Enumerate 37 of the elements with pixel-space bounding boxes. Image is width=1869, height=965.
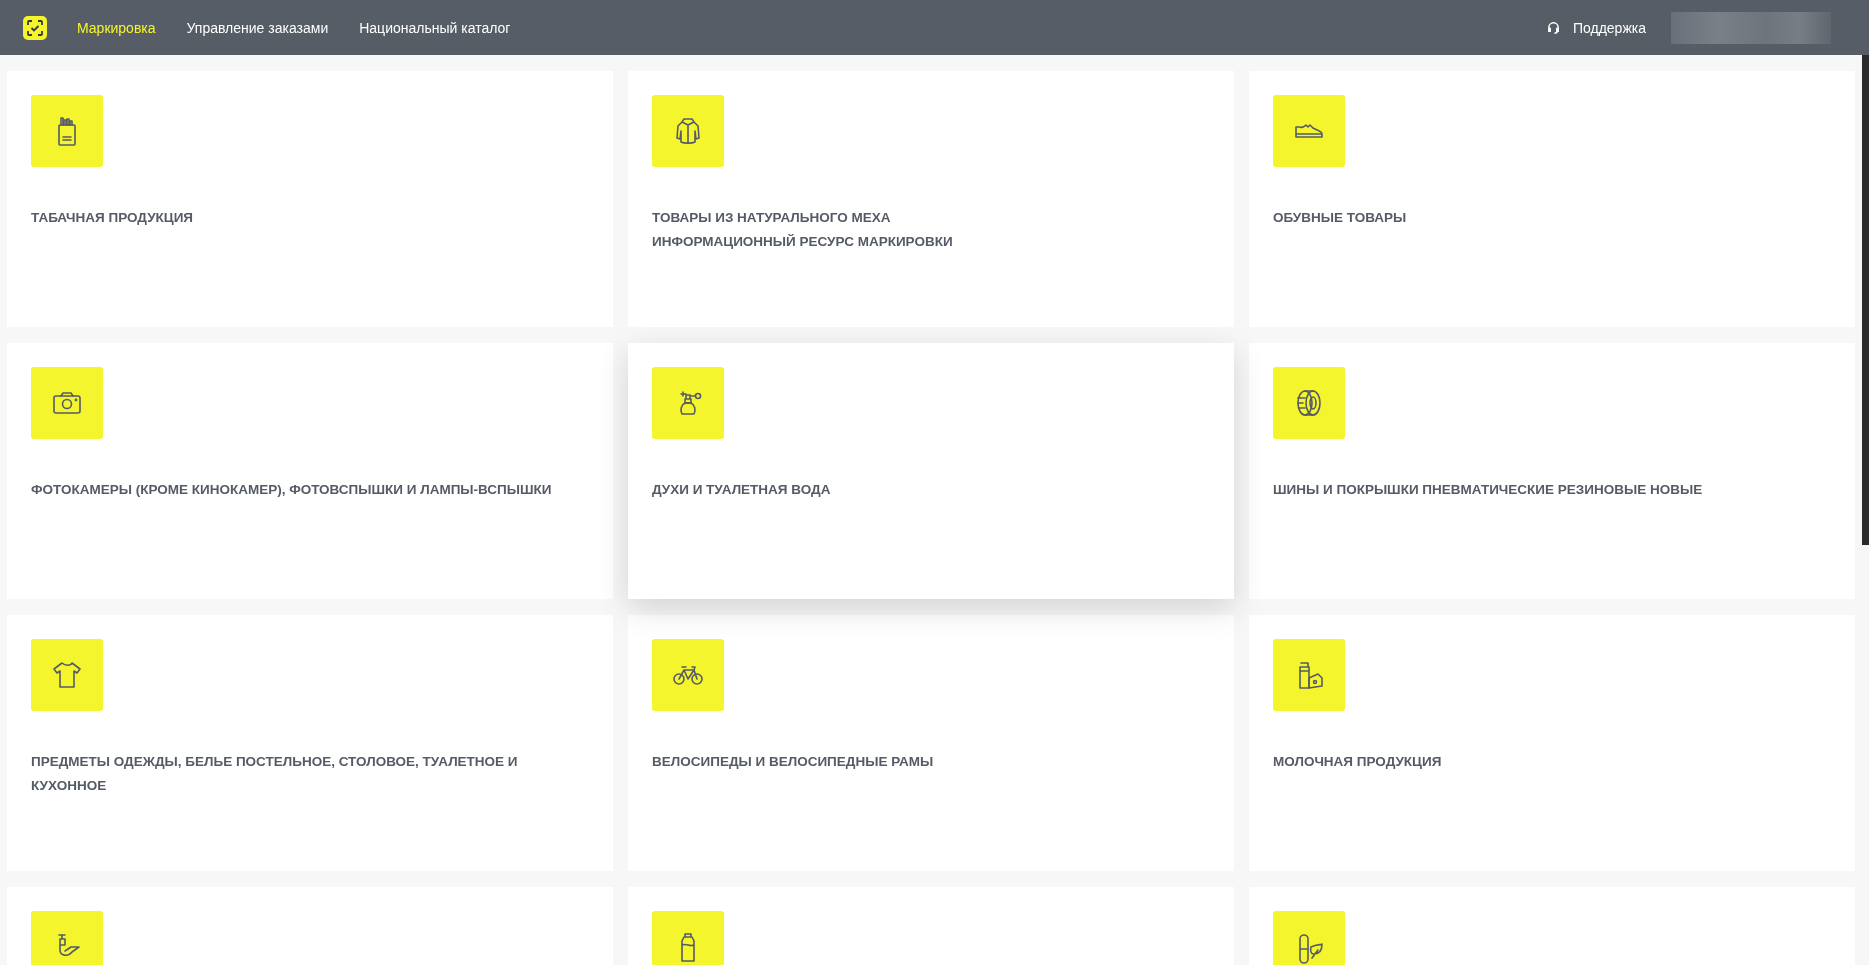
category-title: ТОВАРЫ ИЗ НАТУРАЛЬНОГО МЕХА ИНФОРМАЦИОННЫЙ РЕСУРС МАРКИРОВКИ (652, 209, 954, 251)
fur-coat-icon (652, 95, 724, 167)
support-link[interactable]: Поддержка (1572, 19, 1646, 36)
capsule-and-leaf-icon (1273, 911, 1345, 965)
category-card[interactable]: ТАБАЧНАЯ ПРОДУКЦИЯ (7, 71, 613, 327)
nav-link[interactable]: Управление заказами (186, 19, 329, 36)
cigarette-pack-icon (31, 95, 103, 167)
category-card[interactable]: ТОВАРЫ ИЗ НАТУРАЛЬНОГО МЕХА ИНФОРМАЦИОННЫЙ РЕСУРС МАРКИРОВКИ (628, 71, 1234, 327)
headset-icon[interactable] (1545, 20, 1561, 35)
category-card[interactable]: ШИНЫ И ПОКРЫШКИ ПНЕВМАТИЧЕСКИЕ РЕЗИНОВЫЕ НОВЫЕ (1249, 343, 1855, 599)
tire-icon (1273, 367, 1345, 439)
category-title: ШИНЫ И ПОКРЫШКИ ПНЕВМАТИЧЕСКИЕ РЕЗИНОВЫЕ НОВЫЕ (1273, 481, 1704, 499)
category-title: ОБУВНЫЕ ТОВАРЫ (1273, 209, 1408, 227)
t-shirt-icon (31, 639, 103, 711)
bicycle-icon (652, 639, 724, 711)
category-card[interactable]: ОБУВНЫЕ ТОВАРЫ (1249, 71, 1855, 327)
scrollbar-thumb[interactable] (1862, 55, 1869, 545)
milk-and-cheese-icon (1273, 639, 1345, 711)
category-card[interactable]: ВЕЛОСИПЕДЫ И ВЕЛОСИПЕДНЫЕ РАМЫ (628, 615, 1234, 871)
nav-link[interactable]: Национальный каталог (359, 19, 511, 36)
category-title: МОЛОЧНАЯ ПРОДУКЦИЯ (1273, 753, 1443, 771)
category-card[interactable]: ФОТОКАМЕРЫ (КРОМЕ КИНОКАМЕР), ФОТОВСПЫШКИ И ЛАМПЫ-ВСПЫШКИ (7, 343, 613, 599)
category-title: ВЕЛОСИПЕДЫ И ВЕЛОСИПЕДНЫЕ РАМЫ (652, 753, 935, 771)
category-title: ФОТОКАМЕРЫ (КРОМЕ КИНОКАМЕР), ФОТОВСПЫШКИ И ЛАМПЫ-ВСПЫШКИ (31, 481, 553, 499)
category-title: ДУХИ И ТУАЛЕТНАЯ ВОДА (652, 481, 832, 499)
category-card[interactable]: ДУХИ И ТУАЛЕТНАЯ ВОДА (628, 343, 1234, 599)
logo-icon[interactable] (23, 15, 47, 40)
perfume-bottle-icon (652, 367, 724, 439)
sneaker-icon (1273, 95, 1345, 167)
nav-link[interactable]: Маркировка (77, 19, 156, 36)
category-title: ТАБАЧНАЯ ПРОДУКЦИЯ (31, 209, 195, 227)
category-title: ПРЕДМЕТЫ ОДЕЖДЫ, БЕЛЬЕ ПОСТЕЛЬНОЕ, СТОЛОВОЕ, ТУАЛЕТНОЕ И КУХОННОЕ (31, 753, 519, 795)
camera-icon (31, 367, 103, 439)
category-card[interactable]: ПРЕДМЕТЫ ОДЕЖДЫ, БЕЛЬЕ ПОСТЕЛЬНОЕ, СТОЛОВОЕ, ТУАЛЕТНОЕ И КУХОННОЕ (7, 615, 613, 871)
water-bottle-icon (652, 911, 724, 965)
pipe-icon (31, 911, 103, 965)
category-card[interactable]: МОЛОЧНАЯ ПРОДУКЦИЯ (1249, 615, 1855, 871)
